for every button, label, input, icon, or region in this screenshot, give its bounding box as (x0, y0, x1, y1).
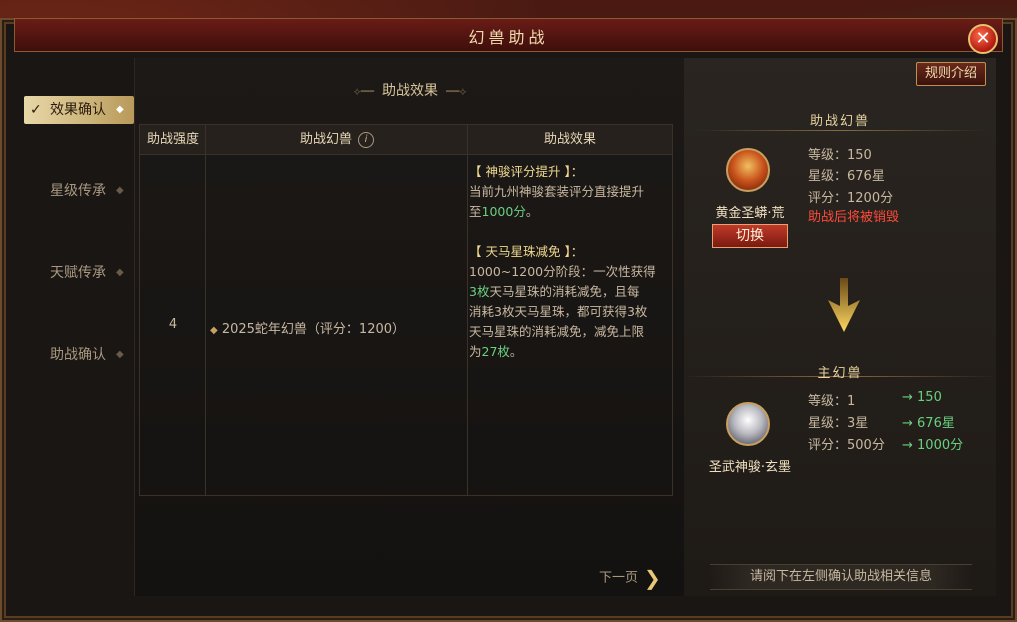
main-star: 星级：3星 (808, 416, 869, 431)
assist-beast-name: 黄金圣蟒·荒 (715, 206, 785, 221)
beast-name: 2025蛇年幻兽（评分：1200） (221, 322, 406, 337)
effect-value: 27枚 (481, 344, 510, 359)
next-page-button[interactable]: 下一页 ❯ (599, 566, 661, 590)
close-button[interactable]: ✕ (968, 24, 998, 54)
assist-score: 评分：1200分 (808, 191, 894, 206)
effect-line: 消耗3枚天马星珠，都可获得3枚 (469, 304, 648, 319)
main-content: ⟡━━ 助战效果 ━━⟡ 助战强度 助战幻兽 i 助战效果 4 ◆ 2025蛇年幻兽（… (134, 58, 685, 596)
effect-value: 3枚 (469, 284, 490, 299)
switch-button[interactable]: 切换 (712, 224, 788, 248)
header-effect: 助战效果 (468, 125, 672, 155)
header-beast-label: 助战幻兽 (299, 132, 352, 147)
effect-text: 至 (469, 204, 482, 219)
main-score-new: → 1000分 (902, 434, 963, 453)
nav-item-assist-confirm[interactable]: 助战确认 ◆ (24, 341, 134, 369)
effect-description: 【 神骏评分提升 】： 当前九州神骏套装评分直接提升 至1000分。 【 天马星… (469, 162, 669, 362)
next-page-label: 下一页 (599, 570, 639, 586)
main-star-new: → 676星 (902, 412, 955, 431)
nav-item-label: 星级传承 (50, 183, 106, 199)
diamond-icon: ◆ (116, 185, 124, 196)
main-level-new: → 150 (902, 390, 942, 405)
destroy-warning: 助战后将被销毁 (808, 210, 900, 225)
effect-line: 至1000分。 (469, 202, 669, 222)
level-new-value: → 150 (902, 390, 942, 405)
nav-item-star-inherit[interactable]: 星级传承 ◆ (24, 177, 134, 205)
effect-value: 1000分 (481, 204, 526, 219)
diamond-icon: ◆ (210, 325, 218, 336)
nav-item-talent-inherit[interactable]: 天赋传承 ◆ (24, 259, 134, 287)
effect-heading: 【 神骏评分提升 】： (469, 164, 584, 179)
ornament-icon: ⟡━━ (353, 85, 374, 98)
effect-text: 天马星珠的消耗减免，且每 (489, 284, 640, 299)
score-new-value: → 1000分 (902, 438, 964, 453)
arrow-down-icon (828, 278, 860, 332)
chevron-right-icon: ❯ (644, 566, 661, 590)
assist-beast-avatar[interactable] (726, 148, 770, 192)
diamond-icon: ◆ (116, 267, 124, 278)
assist-beast-heading: 助战幻兽 (809, 114, 870, 129)
step-nav: ✓ 效果确认 ◆ 星级传承 ◆ 天赋传承 ◆ 助战确认 ◆ (24, 58, 134, 598)
info-icon[interactable]: i (358, 131, 374, 148)
effect-line: 当前九州神骏套装评分直接提升 (469, 184, 645, 199)
main-score: 评分：500分 (808, 438, 885, 453)
assist-star: 星级：676星 (808, 169, 885, 184)
diamond-icon: ◆ (116, 349, 124, 360)
strength-value: 4 (168, 317, 178, 332)
effect-text: 。 (525, 204, 539, 219)
diamond-icon: ◆ (116, 104, 124, 115)
beast-cell: ◆ 2025蛇年幻兽（评分：1200） (210, 318, 405, 337)
check-icon: ✓ (30, 102, 42, 118)
effect-text: 。 (509, 344, 523, 359)
footer-hint: 请阅下在左侧确认助战相关信息 (710, 564, 972, 590)
effect-line: 3枚天马星珠的消耗减免，且每 (469, 282, 669, 302)
right-panel: 规则介绍 助战幻兽 黄金圣蟒·荒 切换 等级：150 星级：676星 评分：12… (684, 58, 996, 596)
nav-item-label: 助战确认 (50, 347, 106, 363)
rules-button[interactable]: 规则介绍 (916, 62, 986, 86)
star-new-value: → 676星 (902, 416, 955, 431)
ornament-icon: ━━⟡ (446, 85, 467, 98)
nav-item-label: 天赋传承 (50, 265, 106, 281)
header-strength: 助战强度 (140, 125, 206, 155)
effect-line: 1000~1200分阶段：一次性获得 (469, 264, 656, 279)
main-beast-avatar[interactable] (726, 402, 770, 446)
effect-line: 为27枚。 (469, 342, 669, 362)
effect-text: 为 (469, 344, 482, 359)
section-title-text: 助战效果 (382, 83, 438, 99)
column-divider (467, 125, 468, 495)
main-beast-heading: 主幻兽 (817, 366, 863, 381)
effect-heading: 【 天马星珠减免 】： (469, 244, 584, 259)
main-beast-name: 圣武神骏·玄墨 (708, 460, 792, 475)
column-divider (205, 125, 206, 495)
nav-item-effect-confirm[interactable]: ✓ 效果确认 ◆ (24, 96, 134, 124)
section-title: ⟡━━ 助战效果 ━━⟡ (135, 80, 685, 100)
main-level: 等级：1 (808, 394, 856, 409)
assist-level: 等级：150 (808, 148, 872, 163)
dialog-title: 幻兽助战 (468, 28, 549, 47)
header-beast: 助战幻兽 i (206, 125, 468, 155)
effect-line: 天马星珠的消耗减免，减免上限 (469, 324, 645, 339)
nav-item-label: 效果确认 (50, 102, 106, 118)
divider (694, 130, 986, 131)
